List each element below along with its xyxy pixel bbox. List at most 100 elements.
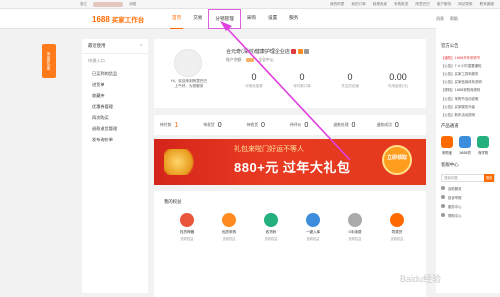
my-alibaba-link[interactable]: 我的阿里 (330, 2, 344, 7)
products-header: 产品通道 (441, 123, 459, 129)
sidebar-item-favorites[interactable]: 收藏夹 (82, 90, 148, 101)
rights-sublabel[interactable]: 查看权益 (334, 236, 376, 241)
recent-header[interactable]: 最近使用 › (82, 39, 148, 54)
service-label: 帮助中心 (448, 213, 462, 218)
customer-service-link[interactable]: 客户服务 (437, 2, 451, 7)
service-help-center[interactable]: 帮助中心 (436, 211, 500, 220)
sidebar-item-refunds[interactable]: 退款退货管理 (82, 123, 148, 134)
rights-item[interactable]: 一键入库 查看权益 (292, 213, 334, 241)
messages-link[interactable]: 消息 (129, 2, 136, 7)
seller-link[interactable]: 我是卖家 (373, 2, 387, 7)
rights-sublabel[interactable]: 查看权益 (292, 236, 334, 241)
news-item[interactable]: 【通知】1688开年采购节 (436, 53, 500, 61)
rights-item[interactable]: 收货码 查看权益 (250, 213, 292, 241)
rights-header: 我的权益 (164, 200, 182, 205)
tab-settings[interactable]: 设置 (262, 9, 283, 29)
info-icon (304, 49, 310, 54)
tab-trade[interactable]: 交易 (187, 9, 208, 29)
service-self-help[interactable]: 自助服务 (436, 184, 500, 193)
logo-sub: 买家工作台 (111, 17, 145, 24)
product-caigoubao[interactable]: 采购宝 (441, 135, 453, 155)
help-search-button[interactable]: 搜索 (484, 173, 494, 182)
stat-cashback[interactable]: 0.00 可用返现(元) (374, 72, 422, 89)
rights-item[interactable]: 0手续费查看权益 (334, 213, 376, 241)
enterprise-center-link[interactable]: 企业中心 (258, 57, 273, 63)
order-to-review[interactable]: 待评价 0 (290, 122, 333, 129)
rights-item[interactable]: 优质采购 查看权益 (208, 213, 250, 241)
news-item[interactable]: 【公告】买家工具年服务 (436, 69, 500, 77)
stat-label: 可用返现(元) (387, 84, 409, 88)
order-count: 0 (394, 121, 399, 129)
order-to-ship[interactable]: 待发货 0 (203, 122, 246, 129)
order-to-receive[interactable]: 待收货 0 (247, 122, 290, 129)
service-complaint[interactable]: 投诉举报 (436, 193, 500, 202)
order-refunding[interactable]: 退款处理 0 (333, 122, 376, 129)
product-icon (477, 135, 490, 148)
chevron-right-icon: › (140, 43, 142, 48)
rights-sublabel[interactable]: 查看权益 (250, 236, 292, 241)
company-name[interactable]: 合元奇(深圳)健康护理企业店 (226, 48, 310, 55)
company-name-text: 合元奇(深圳)健康护理企业店 (226, 49, 290, 55)
stat-coupons[interactable]: 0 可用优惠券 (230, 72, 278, 89)
account-badge-icon (246, 58, 255, 62)
banner-claim-button[interactable]: 立即领取 (382, 145, 412, 175)
rights-icon (180, 213, 194, 227)
avatar[interactable] (174, 49, 202, 77)
promo-banner[interactable]: 礼包来啦门好运不等人 880+元 过年大礼包 立即领取 (154, 139, 426, 185)
tab-home[interactable]: 首页 (166, 9, 187, 29)
help-search-input[interactable]: 搜索问题 搜索 (441, 173, 495, 182)
tab-distribution[interactable]: 分销管理 (208, 9, 241, 29)
product-academy[interactable]: 商学院 (477, 135, 490, 155)
help-search-placeholder: 搜索问题 (444, 176, 458, 180)
rights-item[interactable]: 同类货 查看权益 (376, 213, 418, 241)
profile-card: Hi，欢迎来到阿里巴巴 上午好，为您服务 合元奇(深圳)健康护理企业店 账户余额:… (154, 39, 426, 108)
order-label: 待评价 (289, 122, 302, 127)
new-feature-badge[interactable]: 常用新功能 (42, 44, 56, 78)
rights-sublabel[interactable]: 查看权益 (166, 236, 208, 241)
product-loan[interactable]: 1688贷 (459, 135, 471, 155)
tab-service[interactable]: 服务 (283, 9, 304, 29)
stat-followed-shops[interactable]: 0 关注的店铺 (326, 72, 374, 89)
my-orders-link[interactable]: 我的订单 (351, 2, 365, 7)
rights-sublabel[interactable]: 查看权益 (208, 236, 250, 241)
stat-unpaid[interactable]: 0 待付款订单 (278, 72, 326, 89)
announcements-header: 官方公告 (441, 44, 459, 49)
news-item[interactable]: 【公告】买家服务升级 (436, 102, 500, 110)
alibaba-link[interactable]: 阿里巴巴 (416, 2, 430, 7)
news-item[interactable]: 【公告】新年活动说明 (436, 110, 500, 118)
contact-link[interactable]: 联系客服 (480, 2, 494, 7)
wholesale-link[interactable]: 采购批发 (394, 2, 408, 7)
right-panel: 官方公告 【通知】1688开年采购节 【公告】7.4 小时重要通知 【公告】买家… (436, 39, 500, 293)
sidebar-item-bought[interactable]: 已买到的货品 (82, 68, 148, 79)
sidebar-item-rebuy[interactable]: 再次购买 (82, 112, 148, 123)
logo-brand: 1688 (92, 15, 110, 24)
news-item[interactable]: 【公告】7.4 小时重要通知 (436, 61, 500, 69)
sidebar-item-coupons[interactable]: 优惠券管理 (82, 101, 148, 112)
news-item[interactable]: 【公告】采购节活动说明 (436, 94, 500, 102)
sidebar-item-cart[interactable]: 进货单 (82, 79, 148, 90)
tab-purchase[interactable]: 采购 (241, 9, 262, 29)
rights-label: 找货神器 (179, 230, 195, 234)
order-refunded[interactable]: 退款成功 0 (377, 122, 420, 129)
news-item[interactable]: 【公告】买家信用体系说明 (436, 78, 500, 86)
rights-icon (390, 213, 404, 227)
watermark: Baidu经验 (400, 274, 442, 284)
dot-icon (441, 204, 445, 208)
order-count: 0 (304, 121, 309, 129)
site-nav-link[interactable]: 网站导航 (458, 2, 472, 7)
greeting: Hi，欢迎来到阿里巴巴 上午好，为您服务 (160, 79, 218, 89)
rights-label: 0手续费 (348, 230, 362, 234)
stat-value: 0 (299, 72, 305, 82)
product-label: 商学院 (477, 150, 489, 155)
service-center[interactable]: 服务中心 (436, 202, 500, 211)
logo[interactable]: 1688 买家工作台 (92, 14, 144, 24)
rights-sublabel[interactable]: 查看权益 (376, 236, 418, 241)
rights-item[interactable]: 找货神器 查看权益 (166, 213, 208, 241)
order-unpaid[interactable]: 待付款 1 (160, 122, 203, 129)
sidebar-item-rfq[interactable]: 发布询价单 (82, 134, 148, 145)
stat-value: 0 (251, 72, 257, 82)
rights-icon (264, 213, 278, 227)
location-link[interactable]: 浙江 (80, 2, 87, 7)
stat-label: 可用优惠券 (245, 84, 263, 88)
news-item[interactable]: 【规则】1688采购商规则 (436, 86, 500, 94)
